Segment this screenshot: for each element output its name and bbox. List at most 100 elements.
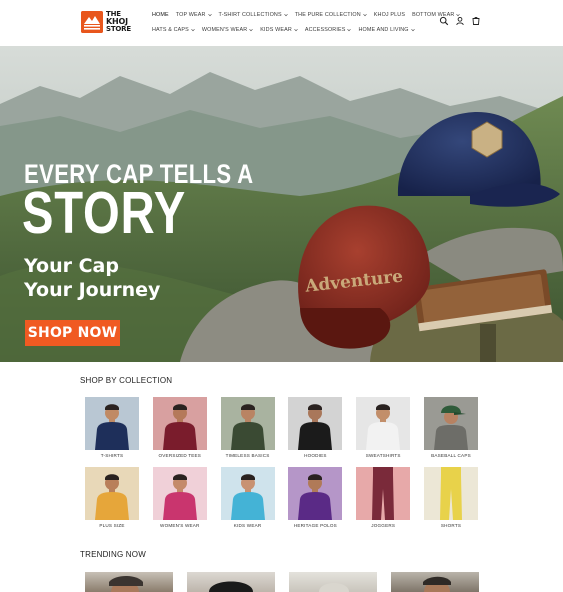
nav-row-primary: HOME TOP WEAR T-SHIRT COLLECTIONS THE PURE … bbox=[152, 10, 461, 20]
trending-product-card[interactable] bbox=[391, 572, 479, 592]
collection-thumbnail bbox=[356, 397, 411, 450]
collection-card-label: OVERSIZED TEES bbox=[158, 453, 202, 458]
hero-subtitle-line-1: Your Cap bbox=[24, 255, 119, 277]
collection-card-label: BASEBALL CAPS bbox=[431, 453, 471, 458]
collection-thumbnail bbox=[152, 467, 207, 520]
collection-card-timeless-basics[interactable]: TIMELESS BASICS bbox=[220, 397, 275, 458]
model-photo bbox=[162, 404, 197, 450]
trending-products-row bbox=[85, 572, 480, 592]
cart-icon[interactable] bbox=[471, 16, 481, 26]
nav-item-hats-caps[interactable]: HATS & CAPS bbox=[152, 25, 195, 35]
nav-item-label: T-SHIRT COLLECTIONS bbox=[218, 12, 282, 18]
collection-thumbnail bbox=[220, 397, 275, 450]
chevron-down-icon bbox=[207, 13, 212, 17]
hero-subtitle: Your Cap Your Journey bbox=[24, 254, 160, 302]
nav-item-label: ACCESSORIES bbox=[304, 27, 346, 33]
hero-banner[interactable]: Adventure EVERY CAP TELLS A STORY Your C… bbox=[0, 46, 563, 362]
collection-card-sweatshirts[interactable]: SWEATSHIRTS bbox=[356, 397, 411, 458]
model-photo bbox=[298, 404, 333, 450]
header-icons bbox=[439, 16, 487, 26]
logo-wordmark: THE KHOJ STORE bbox=[106, 10, 131, 34]
collection-card-hoodies[interactable]: HOODIES bbox=[288, 397, 343, 458]
collection-card-label: T-SHIRTS bbox=[100, 453, 124, 458]
nav-item-the-pure-collection[interactable]: THE PURE COLLECTION bbox=[295, 10, 367, 20]
collection-thumbnail bbox=[85, 397, 139, 450]
nav-row-secondary: HATS & CAPS WOMEN'S WEAR KIDS WEAR ACCESSOR… bbox=[152, 25, 432, 35]
chevron-down-icon bbox=[347, 28, 352, 32]
collection-thumbnail bbox=[356, 467, 411, 520]
chevron-down-icon bbox=[363, 13, 367, 17]
logo-mark-icon bbox=[81, 11, 103, 33]
model-photo bbox=[95, 404, 129, 450]
account-icon[interactable] bbox=[455, 16, 465, 26]
model-photo bbox=[298, 474, 333, 520]
model-photo bbox=[230, 474, 265, 520]
chevron-down-icon bbox=[283, 13, 288, 17]
model-photo bbox=[95, 474, 129, 520]
nav-item-home-and-living[interactable]: HOME AND LIVING bbox=[358, 25, 415, 35]
collection-card-label: TIMELESS BASICS bbox=[225, 453, 270, 458]
main-navigation: HOME TOP WEAR T-SHIRT COLLECTIONS THE PURE … bbox=[152, 10, 461, 40]
nav-item-women-s-wear[interactable]: WOMEN'S WEAR bbox=[202, 25, 253, 35]
logo-line-3: STORE bbox=[106, 24, 131, 33]
model-photo bbox=[372, 467, 395, 520]
nav-item-accessories[interactable]: ACCESSORIES bbox=[305, 25, 352, 35]
collection-thumbnail bbox=[424, 467, 478, 520]
collection-card-label: PLUS SIZE bbox=[99, 523, 125, 528]
collection-section-title: SHOP BY COLLECTION bbox=[80, 376, 173, 385]
site-header: THE KHOJ STORE HOME TOP WEAR T-SHIRT COLLE… bbox=[0, 0, 563, 44]
collection-card-plus-size[interactable]: PLUS SIZE bbox=[85, 467, 139, 528]
nav-item-label: TOP WEAR bbox=[175, 12, 206, 18]
collection-card-joggers[interactable]: JOGGERS bbox=[356, 467, 411, 528]
chevron-down-icon bbox=[191, 28, 195, 32]
collection-thumbnail bbox=[288, 397, 343, 450]
collection-card-label: SHORTS bbox=[440, 523, 462, 528]
nav-item-label: HOME bbox=[152, 12, 169, 18]
nav-item-t-shirt-collections[interactable]: T-SHIRT COLLECTIONS bbox=[219, 10, 288, 20]
shop-now-button[interactable]: SHOP NOW bbox=[25, 320, 120, 346]
collection-card-oversized-tees[interactable]: OVERSIZED TEES bbox=[152, 397, 207, 458]
collection-card-label: HOODIES bbox=[304, 453, 327, 458]
nav-item-khoj-plus[interactable]: KHOJ PLUS bbox=[374, 10, 405, 20]
collection-grid: T-SHIRTS OVERSIZED TEES TIMELESS BASICS HOO… bbox=[85, 397, 480, 537]
collection-thumbnail bbox=[85, 467, 139, 520]
nav-item-kids-wear[interactable]: KIDS WEAR bbox=[260, 25, 298, 35]
hero-title-line-2: STORY bbox=[22, 180, 186, 246]
nav-item-label: HOME AND LIVING bbox=[358, 27, 409, 33]
collection-thumbnail bbox=[152, 397, 207, 450]
nav-item-label: KHOJ PLUS bbox=[373, 12, 406, 18]
nav-item-label: KIDS WEAR bbox=[260, 27, 292, 33]
collection-card-label: SWEATSHIRTS bbox=[365, 453, 401, 458]
collection-thumbnail bbox=[288, 467, 343, 520]
collection-card-shorts[interactable]: SHORTS bbox=[424, 467, 478, 528]
model-photo bbox=[230, 404, 265, 450]
chevron-down-icon bbox=[249, 28, 253, 32]
nav-item-label: HATS & CAPS bbox=[152, 27, 189, 33]
trending-section-title: TRENDING NOW bbox=[80, 550, 146, 559]
model-photo bbox=[434, 405, 468, 450]
collection-card-women-s-wear[interactable]: WOMEN'S WEAR bbox=[152, 467, 207, 528]
collection-card-heritage-polos[interactable]: HERITAGE POLOS bbox=[288, 467, 343, 528]
nav-item-top-wear[interactable]: TOP WEAR bbox=[176, 10, 212, 20]
search-icon[interactable] bbox=[439, 16, 449, 26]
collection-card-kids-wear[interactable]: KIDS WEAR bbox=[220, 467, 275, 528]
collection-card-label: WOMEN'S WEAR bbox=[160, 523, 200, 528]
trending-product-card[interactable] bbox=[289, 572, 377, 592]
model-photo bbox=[162, 474, 197, 520]
trending-product-card[interactable] bbox=[85, 572, 173, 592]
collection-thumbnail bbox=[220, 467, 275, 520]
model-photo bbox=[366, 404, 401, 450]
nav-item-label: WOMEN'S WEAR bbox=[201, 27, 248, 33]
chevron-down-icon bbox=[294, 28, 298, 32]
collection-card-label: HERITAGE POLOS bbox=[293, 523, 337, 528]
collection-card-label: KIDS WEAR bbox=[233, 523, 262, 528]
collection-card-t-shirts[interactable]: T-SHIRTS bbox=[85, 397, 139, 458]
trending-product-card[interactable] bbox=[187, 572, 275, 592]
collection-thumbnail bbox=[424, 397, 478, 450]
collection-card-baseball-caps[interactable]: BASEBALL CAPS bbox=[424, 397, 478, 458]
nav-item-home[interactable]: HOME bbox=[152, 10, 169, 20]
collection-card-label: JOGGERS bbox=[371, 523, 396, 528]
nav-item-label: THE PURE COLLECTION bbox=[294, 12, 361, 18]
hero-subtitle-line-2: Your Journey bbox=[24, 279, 161, 301]
brand-logo[interactable]: THE KHOJ STORE bbox=[81, 10, 133, 34]
